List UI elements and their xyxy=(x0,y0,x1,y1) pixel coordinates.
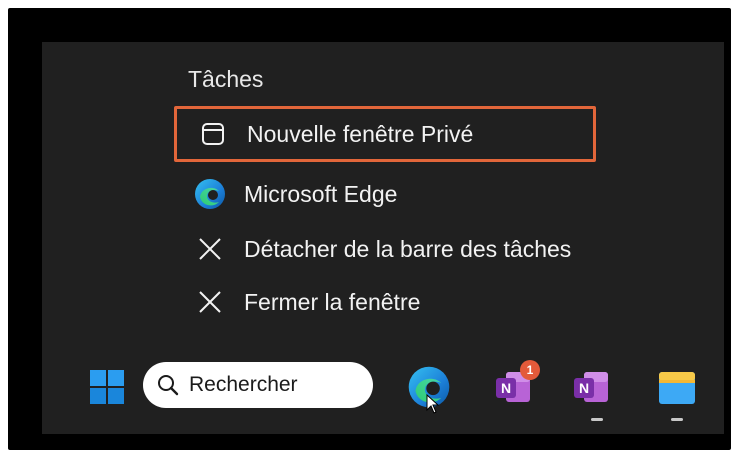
jump-list-item-label: Fermer la fenêtre xyxy=(244,288,421,315)
start-button[interactable] xyxy=(88,368,126,406)
jump-list-item-microsoft-edge[interactable]: Microsoft Edge xyxy=(174,166,596,222)
jump-list-item-label: Détacher de la barre des tâches xyxy=(244,235,572,262)
jump-list-item-unpin-taskbar[interactable]: Détacher de la barre des tâches xyxy=(174,221,596,277)
notification-badge: 1 xyxy=(520,360,540,380)
running-indicator xyxy=(671,418,683,421)
onenote-icon: N xyxy=(574,372,608,402)
unpin-icon xyxy=(192,231,228,267)
edge-icon xyxy=(192,176,228,212)
windows-logo-icon xyxy=(90,370,124,404)
taskbar-app-onenote[interactable]: N 1 xyxy=(492,360,540,412)
private-window-icon xyxy=(195,116,231,152)
taskbar-app-onenote[interactable]: N xyxy=(570,366,616,412)
close-icon xyxy=(192,284,228,320)
svg-text:N: N xyxy=(579,380,589,396)
jump-list-item-close-window[interactable]: Fermer la fenêtre xyxy=(174,274,596,330)
screenshot-frame: Tâches Nouvelle fenêtre Privé Microsoft … xyxy=(8,8,731,450)
taskbar: Rechercher N 1 N xyxy=(42,352,724,434)
jump-list-item-label: Microsoft Edge xyxy=(244,180,398,207)
svg-text:N: N xyxy=(501,380,511,396)
taskbar-app-file-explorer[interactable] xyxy=(656,368,702,414)
desktop-screen: Tâches Nouvelle fenêtre Privé Microsoft … xyxy=(42,42,724,434)
jump-list-item-label: Nouvelle fenêtre Privé xyxy=(247,120,474,147)
running-indicator xyxy=(591,418,603,421)
file-explorer-icon xyxy=(659,372,695,404)
taskbar-app-edge[interactable] xyxy=(406,364,452,414)
jump-list-heading: Tâches xyxy=(188,66,264,92)
search-placeholder: Rechercher xyxy=(189,373,298,396)
jump-list-item-new-private-window[interactable]: Nouvelle fenêtre Privé xyxy=(174,106,596,162)
search-icon xyxy=(158,375,179,396)
mouse-cursor-icon xyxy=(426,394,440,414)
taskbar-search-box[interactable]: Rechercher xyxy=(143,362,373,408)
